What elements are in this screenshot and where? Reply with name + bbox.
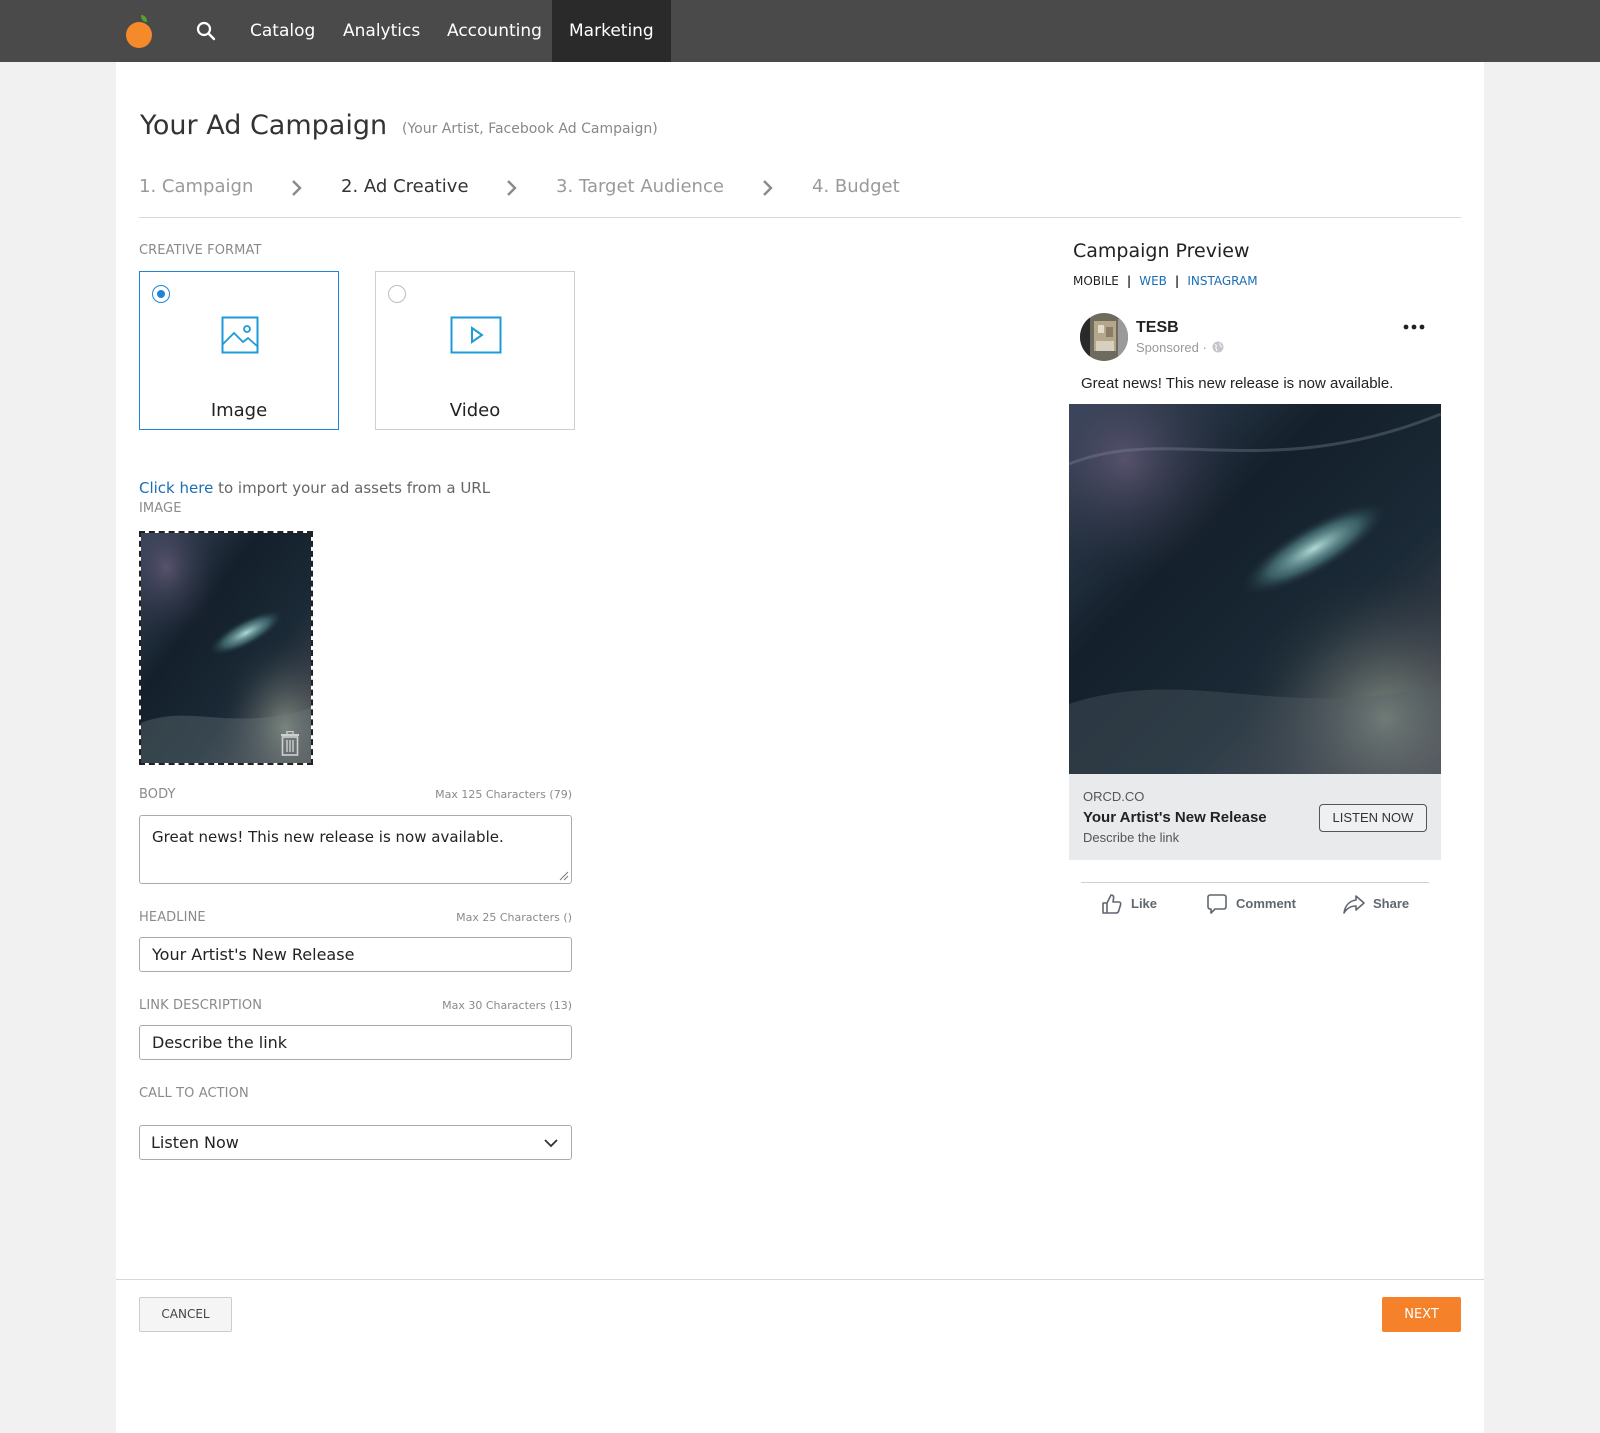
preview-tabs: MOBILE | WEB | INSTAGRAM (1073, 274, 1258, 288)
format-label-image: Image (210, 400, 268, 421)
thumbs-up-icon (1102, 894, 1122, 914)
body-char-count: Max 125 Characters (79) (435, 788, 572, 801)
step-label: Budget (834, 176, 900, 197)
sponsored-text: Sponsored · (1136, 340, 1207, 355)
preview-domain: ORCD.CO (1083, 789, 1145, 804)
like-action[interactable]: Like (1101, 892, 1181, 916)
preview-tab-instagram[interactable]: INSTAGRAM (1187, 274, 1257, 288)
radio-video[interactable] (388, 285, 406, 303)
format-label-video: Video (449, 400, 501, 421)
preview-headline: Your Artist's New Release (1083, 809, 1267, 826)
share-action[interactable]: Share (1343, 892, 1423, 916)
import-link[interactable]: Click here (139, 479, 213, 497)
page-subtitle: (Your Artist, Facebook Ad Campaign) (402, 121, 658, 137)
preview-ad-image (1069, 404, 1441, 774)
format-option-image[interactable]: Image (139, 271, 339, 430)
comment-icon (1207, 894, 1227, 914)
top-nav: Catalog Analytics Accounting Marketing (0, 0, 1600, 62)
step-number: 3. (556, 176, 574, 197)
headline-label: HEADLINE (139, 910, 206, 925)
preview-post-text: Great news! This new release is now avai… (1081, 375, 1394, 392)
creative-format-label: CREATIVE FORMAT (139, 243, 262, 258)
step-number: 1. (139, 176, 157, 197)
chevron-right-icon (292, 180, 302, 196)
preview-link-card[interactable]: ORCD.CO Your Artist's New Release Descri… (1069, 774, 1441, 860)
step-number: 2. (341, 176, 359, 197)
nav-marketing[interactable]: Marketing (552, 0, 671, 62)
chevron-right-icon (507, 180, 517, 196)
page-title: Your Ad Campaign (140, 110, 388, 141)
step-number: 4. (812, 176, 830, 197)
sponsored-label: Sponsored · (1136, 340, 1224, 355)
resize-handle-icon[interactable] (559, 871, 569, 881)
next-button[interactable]: NEXT (1382, 1297, 1461, 1332)
preview-tab-mobile[interactable]: MOBILE (1073, 274, 1119, 288)
image-icon (221, 316, 259, 354)
step-label: Campaign (161, 176, 254, 197)
link-description-label: LINK DESCRIPTION (139, 998, 263, 1013)
share-label: Share (1373, 896, 1410, 911)
video-icon (450, 316, 502, 354)
image-label: IMAGE (139, 501, 182, 516)
orange-logo-icon[interactable] (125, 13, 155, 49)
headline-input[interactable]: Your Artist's New Release (139, 937, 572, 972)
body-textarea[interactable]: Great news! This new release is now avai… (139, 815, 572, 884)
more-options-icon[interactable] (1402, 322, 1426, 332)
chevron-right-icon (763, 180, 773, 196)
globe-icon (1212, 341, 1224, 353)
import-text: to import your ad assets from a URL (213, 479, 491, 497)
step-campaign[interactable]: 1. Campaign (139, 176, 253, 197)
headline-char-count: Max 25 Characters () (456, 911, 572, 924)
step-budget[interactable]: 4. Budget (812, 176, 900, 197)
preview-tab-web[interactable]: WEB (1139, 274, 1167, 288)
comment-label: Comment (1236, 896, 1296, 911)
avatar-image (1080, 313, 1128, 361)
step-ad-creative[interactable]: 2. Ad Creative (341, 176, 469, 197)
call-to-action-label: CALL TO ACTION (139, 1086, 249, 1101)
actions-divider (1081, 882, 1429, 883)
body-value: Great news! This new release is now avai… (152, 828, 504, 846)
comment-action[interactable]: Comment (1206, 892, 1316, 916)
preview-link-description: Describe the link (1083, 830, 1180, 845)
avatar (1080, 313, 1128, 361)
link-description-char-count: Max 30 Characters (13) (442, 999, 572, 1012)
nav-analytics[interactable]: Analytics (343, 0, 420, 62)
uploaded-image-thumbnail[interactable] (139, 531, 313, 765)
radio-image[interactable] (152, 285, 170, 303)
call-to-action-value: Listen Now (151, 1133, 239, 1152)
steps-divider (139, 217, 1461, 218)
nav-accounting[interactable]: Accounting (447, 0, 542, 62)
import-line: Click here to import your ad assets from… (139, 479, 490, 497)
footer-divider (116, 1279, 1484, 1280)
chevron-down-icon (544, 1139, 558, 1148)
format-option-video[interactable]: Video (375, 271, 575, 430)
body-label: BODY (139, 787, 176, 802)
link-description-input[interactable]: Describe the link (139, 1025, 572, 1060)
abstract-artwork-image (1069, 404, 1441, 774)
search-icon[interactable] (196, 21, 216, 41)
nav-catalog[interactable]: Catalog (250, 0, 315, 62)
step-label: Target Audience (578, 176, 724, 197)
share-icon (1343, 895, 1365, 914)
campaign-preview-title: Campaign Preview (1073, 240, 1250, 262)
like-label: Like (1131, 896, 1158, 911)
step-label: Ad Creative (363, 176, 469, 197)
preview-page-name: TESB (1136, 319, 1179, 336)
listen-now-button[interactable]: LISTEN NOW (1319, 804, 1427, 832)
abstract-artwork-image (141, 533, 311, 763)
cancel-button[interactable]: CANCEL (139, 1297, 232, 1332)
step-target-audience[interactable]: 3. Target Audience (556, 176, 724, 197)
trash-icon[interactable] (279, 731, 301, 757)
call-to-action-select[interactable]: Listen Now (139, 1125, 572, 1160)
